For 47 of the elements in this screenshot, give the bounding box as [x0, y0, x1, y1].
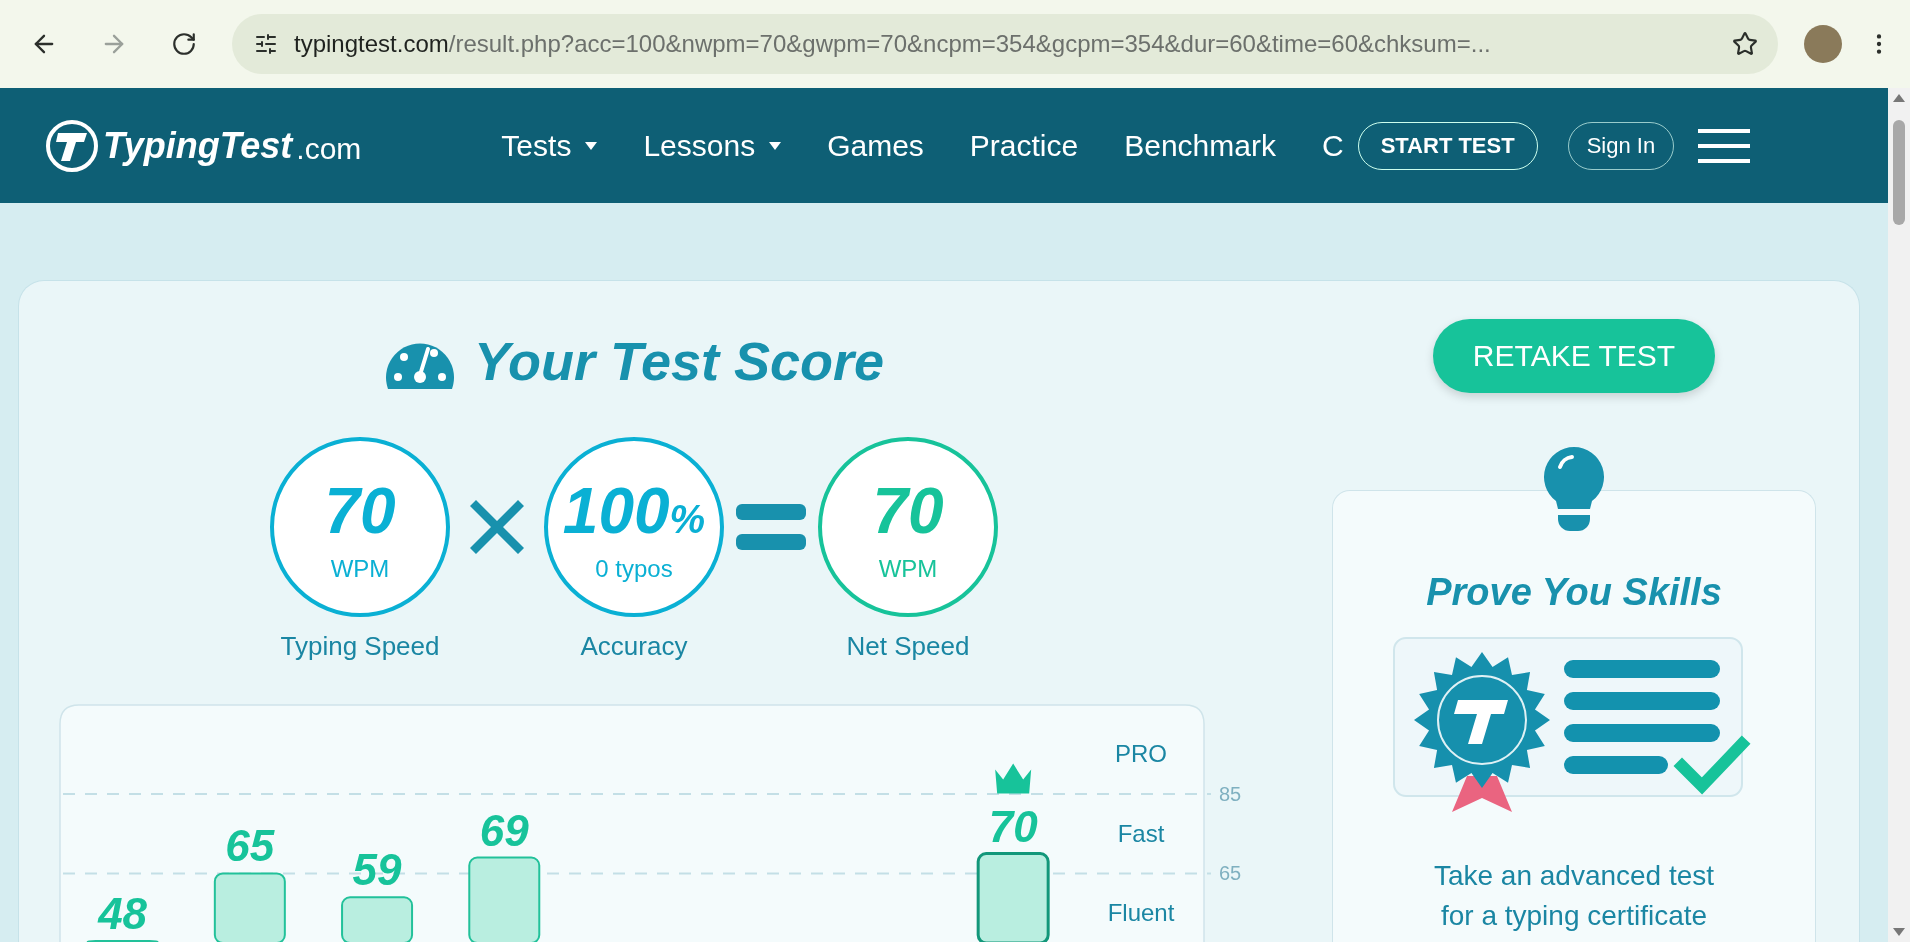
menu-icon[interactable]: [1698, 128, 1751, 163]
avatar-placeholder[interactable]: [1804, 25, 1842, 63]
axis-tick-label: 65: [1219, 862, 1242, 885]
score-unit: WPM: [878, 555, 938, 583]
bar-value-label: 69: [479, 805, 529, 855]
speed-band-label: Fluent: [1107, 899, 1175, 927]
score-caption: Typing Speed: [280, 631, 440, 662]
bar-value-label: 65: [225, 821, 275, 871]
nav-link[interactable]: Lessons: [643, 128, 782, 163]
reload-icon: [171, 31, 197, 57]
multiply-icon: [468, 498, 526, 556]
site-settings-icon[interactable]: [254, 32, 278, 56]
nav-link[interactable]: C: [1321, 128, 1344, 163]
nav-link[interactable]: Practice: [969, 128, 1079, 163]
caret-icon: [769, 141, 782, 150]
nav-link[interactable]: Games: [827, 128, 924, 163]
score-unit: 0 typos: [595, 555, 673, 583]
axis-tick-label: 85: [1219, 783, 1242, 805]
score-caption: Accuracy: [580, 631, 688, 662]
score-value: 100%: [562, 479, 706, 543]
caret-icon: [585, 141, 598, 150]
score-caption: Net Speed: [846, 631, 970, 662]
nav-link[interactable]: Tests: [501, 128, 598, 163]
scroll-up-icon[interactable]: [1893, 94, 1905, 102]
logo-text[interactable]: TypingTest: [103, 124, 293, 167]
scrollbar-track[interactable]: [1888, 88, 1910, 942]
score-value: 70: [324, 479, 396, 543]
page-title: Your Test Score: [473, 330, 885, 392]
bar-value-label: 59: [352, 845, 402, 895]
url-text: typingtest.com/result.php?acc=100&nwpm=70&gwpm=70&ncpm=354&gcpm=354&dur=60&time=60&chksum=...: [294, 30, 1492, 58]
speed-band-label: PRO: [1115, 740, 1167, 767]
scrollbar-thumb[interactable]: [1893, 120, 1905, 225]
scroll-down-icon[interactable]: [1893, 928, 1905, 936]
bar-value-label: 48: [98, 889, 148, 938]
bar-value-label: 70: [988, 801, 1038, 851]
speed-band-label: Fast: [1117, 819, 1165, 847]
nav-link[interactable]: Benchmark: [1124, 128, 1276, 163]
score-value: 70: [872, 479, 944, 543]
logo-icon[interactable]: [45, 118, 99, 173]
logo-suffix[interactable]: .com: [296, 131, 362, 166]
promo-title: Prove You Skills: [1426, 571, 1722, 614]
crown-icon: [995, 763, 1032, 794]
address-bar[interactable]: typingtest.com/result.php?acc=100&nwpm=70&gwpm=70&ncpm=354&gcpm=354&dur=60&time=60&chksum=...: [232, 14, 1778, 74]
promo-text: Take an advanced test for a typing certificate: [1432, 859, 1716, 933]
bookmark-star-icon[interactable]: [1732, 31, 1758, 57]
score-unit: WPM: [330, 555, 390, 583]
equals-icon: [736, 504, 806, 550]
